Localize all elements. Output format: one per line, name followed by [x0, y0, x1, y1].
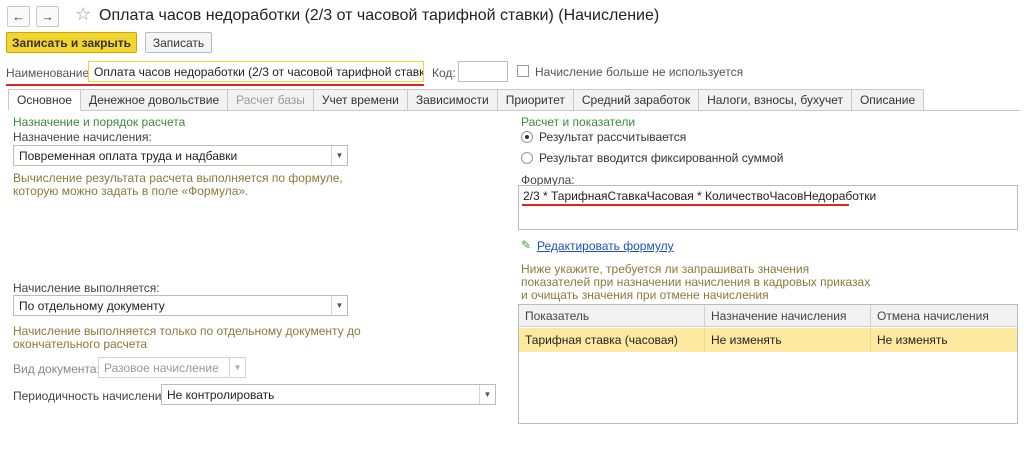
tab-base-calculation: Расчет базы [228, 89, 314, 111]
performed-hint-line-2: окончательного расчета [13, 337, 148, 351]
table-cell[interactable]: Не изменять [871, 328, 1017, 352]
chevron-down-icon[interactable]: ▼ [331, 296, 347, 315]
table-hint-line-1: Ниже укажите, требуется ли запрашивать з… [521, 262, 810, 276]
formula-text: 2/3 * ТарифнаяСтавкаЧасовая * Количество… [523, 189, 877, 203]
code-input[interactable] [458, 61, 508, 82]
performed-hint-line-1: Начисление выполняется только по отдельн… [13, 324, 361, 338]
table-header: Показатель Назначение начисления Отмена … [519, 305, 1017, 327]
periodicity-label: Периодичность начисления: [13, 389, 172, 403]
save-and-close-button[interactable]: Записать и закрыть [6, 32, 137, 53]
left-section-title: Назначение и порядок расчета [13, 115, 186, 129]
performed-select[interactable]: По отдельному документу ▼ [13, 295, 348, 316]
purpose-hint-line-2: которую можно задать в поле «Формула». [13, 184, 249, 198]
tab-taxes-accounting[interactable]: Налоги, взносы, бухучет [699, 89, 852, 111]
arrow-left-icon: ← [12, 9, 25, 24]
tab-description[interactable]: Описание [851, 89, 925, 111]
table-hint-line-3: и очищать значения при отмене начисления [521, 288, 769, 302]
pencil-icon: ✎ [521, 238, 532, 252]
code-label: Код: [432, 66, 456, 80]
forward-button[interactable]: → [36, 6, 59, 27]
column-header-indicator[interactable]: Показатель [519, 305, 705, 327]
back-button[interactable]: ← [7, 6, 30, 27]
doc-type-value: Разовое начисление [104, 360, 219, 375]
doc-type-label: Вид документа: [13, 362, 100, 376]
indicators-table: Показатель Назначение начисления Отмена … [518, 304, 1018, 424]
save-button[interactable]: Записать [145, 32, 212, 53]
name-input[interactable]: Оплата часов недоработки (2/3 от часовой… [88, 61, 424, 82]
formula-input[interactable]: 2/3 * ТарифнаяСтавкаЧасовая * Количество… [518, 185, 1018, 230]
table-row[interactable]: Тарифная ставка (часовая) Не изменять Не… [519, 328, 1017, 352]
radio-result-fixed[interactable] [521, 152, 533, 164]
purpose-label: Назначение начисления: [13, 130, 152, 144]
radio-result-calculated-label: Результат рассчитывается [539, 130, 687, 144]
name-label: Наименование: [6, 66, 93, 80]
radio-result-fixed-label: Результат вводится фиксированной суммой [539, 151, 784, 165]
table-hint-line-2: показателей при назначении начисления в … [521, 275, 871, 289]
column-header-cancellation[interactable]: Отмена начисления [871, 305, 1017, 327]
tab-main[interactable]: Основное [8, 89, 81, 111]
purpose-value: Повременная оплата труда и надбавки [19, 148, 238, 163]
window-title: Оплата часов недоработки (2/3 от часовой… [99, 7, 660, 24]
edit-formula-link[interactable]: Редактировать формулу [537, 239, 674, 253]
purpose-select[interactable]: Повременная оплата труда и надбавки ▼ [13, 145, 348, 166]
tab-time-tracking[interactable]: Учет времени [313, 89, 408, 111]
chevron-down-icon: ▼ [229, 358, 245, 377]
periodicity-value: Не контролировать [167, 387, 275, 402]
annotation-underline [522, 204, 849, 206]
tab-allowance[interactable]: Денежное довольствие [80, 89, 229, 111]
tab-average-earnings[interactable]: Средний заработок [573, 89, 700, 111]
chevron-down-icon[interactable]: ▼ [479, 385, 495, 404]
tab-priority[interactable]: Приоритет [497, 89, 574, 111]
column-header-assignment[interactable]: Назначение начисления [705, 305, 871, 327]
chevron-down-icon[interactable]: ▼ [331, 146, 347, 165]
doc-type-select: Разовое начисление ▼ [98, 357, 246, 378]
purpose-hint-line-1: Вычисление результата расчета выполняетс… [13, 171, 343, 185]
table-cell[interactable]: Не изменять [705, 328, 871, 352]
right-section-title: Расчет и показатели [521, 115, 636, 129]
tab-bar: Основное Денежное довольствие Расчет баз… [8, 89, 925, 111]
radio-result-calculated[interactable] [521, 131, 533, 143]
arrow-right-icon: → [41, 9, 54, 24]
not-used-label: Начисление больше не используется [535, 65, 744, 79]
performed-label: Начисление выполняется: [13, 281, 160, 295]
table-cell[interactable]: Тарифная ставка (часовая) [519, 328, 705, 352]
annotation-underline [6, 84, 424, 86]
not-used-checkbox[interactable] [517, 65, 529, 77]
star-icon[interactable]: ☆ [75, 5, 91, 23]
periodicity-select[interactable]: Не контролировать ▼ [161, 384, 496, 405]
performed-value: По отдельному документу [19, 298, 165, 313]
tab-dependencies[interactable]: Зависимости [407, 89, 498, 111]
